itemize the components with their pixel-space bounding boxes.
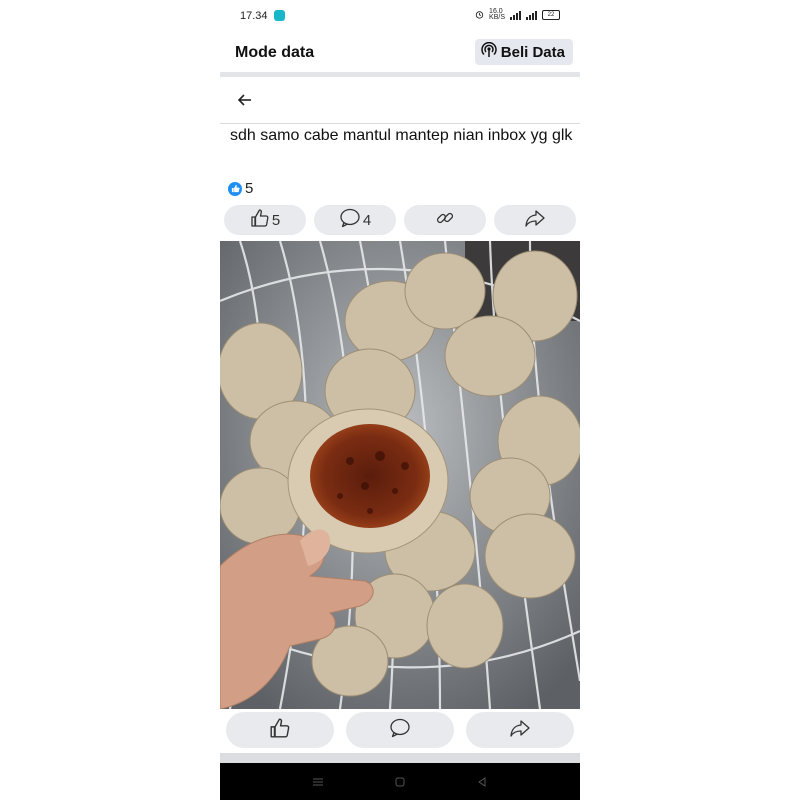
bottom-comment-button[interactable]: [346, 712, 454, 748]
menu-nav-icon[interactable]: [310, 774, 326, 790]
comment-icon: [389, 718, 411, 743]
app-bar: Mode data Beli Data: [220, 32, 580, 74]
home-nav-icon[interactable]: [392, 774, 408, 790]
photo-illustration: [220, 241, 580, 709]
back-nav-icon[interactable]: [474, 774, 490, 790]
divider-bottom: [220, 753, 580, 763]
bottom-actions: [220, 709, 580, 753]
copy-link-button[interactable]: [404, 205, 486, 235]
reaction-summary[interactable]: 5: [228, 180, 253, 197]
thumbs-up-icon: [250, 208, 270, 232]
link-icon: [435, 208, 455, 232]
battery-icon: 22: [542, 10, 560, 20]
alarm-icon: [475, 10, 484, 21]
back-arrow-icon[interactable]: [236, 91, 256, 109]
comment-icon: [339, 208, 361, 232]
bottom-like-button[interactable]: [226, 712, 334, 748]
data-speed: 16.0 KB/S: [489, 8, 505, 21]
like-count: 5: [271, 211, 281, 229]
notification-icon: [274, 10, 285, 21]
post-photo[interactable]: [220, 241, 580, 709]
like-button[interactable]: 5: [224, 205, 306, 235]
page-title: Mode data: [235, 44, 315, 61]
like-reaction-icon: [228, 181, 242, 196]
signal-icon: [510, 10, 521, 20]
broadcast-icon: [481, 41, 497, 62]
status-indicators: 16.0 KB/S 22: [475, 8, 560, 21]
share-icon: [509, 718, 531, 743]
share-icon: [524, 208, 546, 232]
system-nav-bar: [220, 763, 580, 800]
buy-data-label: Beli Data: [500, 43, 565, 61]
bottom-share-button[interactable]: [466, 712, 574, 748]
post-text: sdh samo cabe mantul mantep nian inbox y…: [230, 127, 573, 144]
back-bar: [220, 77, 580, 124]
comment-count: 4: [362, 211, 372, 229]
reaction-count: 5: [245, 180, 254, 197]
buy-data-button[interactable]: Beli Data: [474, 39, 573, 65]
thumbs-up-icon: [269, 717, 291, 744]
phone-screen: 17.34 16.0 KB/S 22 Mode data Beli Data s…: [220, 0, 580, 800]
comment-button[interactable]: 4: [314, 205, 396, 235]
post-actions: 5 4: [220, 205, 580, 235]
status-bar: 17.34 16.0 KB/S 22: [220, 0, 580, 32]
status-time: 17.34: [240, 10, 268, 22]
share-button[interactable]: [494, 205, 576, 235]
signal-icon-2: [526, 10, 537, 20]
